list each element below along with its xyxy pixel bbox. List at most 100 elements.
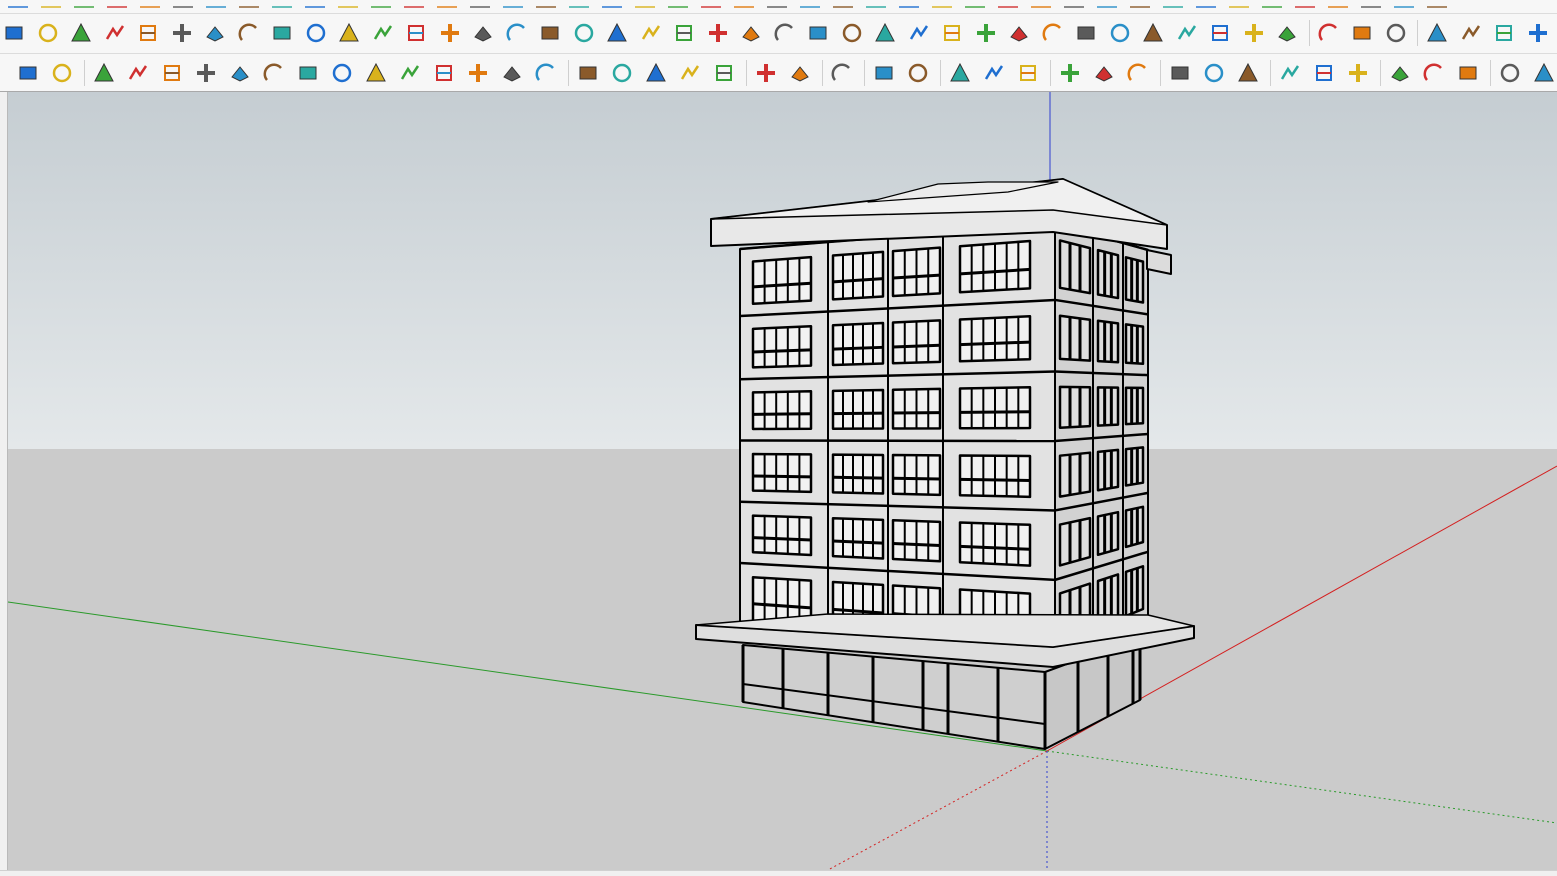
cloud-button[interactable] — [1454, 59, 1482, 87]
spiral-button[interactable] — [704, 19, 732, 47]
push-pull-blue-button[interactable] — [34, 19, 62, 47]
toolbar-top-icon[interactable] — [107, 0, 127, 8]
toolbar-top-icon[interactable] — [503, 0, 523, 8]
toolbar-top-icon[interactable] — [536, 0, 556, 8]
cone-blue-button[interactable] — [603, 19, 631, 47]
scale-down-button[interactable] — [904, 59, 932, 87]
toolbar-top-icon[interactable] — [932, 0, 952, 8]
house-blue-button[interactable] — [1457, 19, 1485, 47]
toolbar-top-icon[interactable] — [767, 0, 787, 8]
cone-yellow-button[interactable] — [637, 19, 665, 47]
layer-red-button[interactable] — [134, 19, 162, 47]
toolbar-top-icon[interactable] — [1427, 0, 1447, 8]
dash-lines-button[interactable] — [1056, 59, 1084, 87]
line-green-button[interactable] — [574, 59, 602, 87]
cross-green-button[interactable] — [503, 19, 531, 47]
arc-red-button[interactable] — [532, 59, 560, 87]
contrast-button[interactable] — [1496, 59, 1524, 87]
toolbar-top-icon[interactable] — [140, 0, 160, 8]
arc-blue-button[interactable] — [498, 59, 526, 87]
toolbar-top-icon[interactable] — [800, 0, 820, 8]
hatch-orange-button[interactable] — [1106, 19, 1134, 47]
select-arrow-button[interactable] — [828, 59, 856, 87]
toolbar-top-icon[interactable] — [1361, 0, 1381, 8]
square-button[interactable] — [328, 59, 356, 87]
wind-button[interactable] — [1490, 19, 1518, 47]
triangle-red-button[interactable] — [710, 59, 738, 87]
section-plane-button[interactable] — [168, 19, 196, 47]
toolbar-top-icon[interactable] — [470, 0, 490, 8]
toolbar-top-icon[interactable] — [272, 0, 292, 8]
flash-button[interactable] — [1524, 19, 1552, 47]
arc-yellow-button[interactable] — [670, 19, 698, 47]
toolbar-top-icon[interactable] — [1196, 0, 1216, 8]
cross-blue-button[interactable] — [536, 19, 564, 47]
sphere-red-button[interactable] — [1005, 19, 1033, 47]
spiral-blue-button[interactable] — [737, 19, 765, 47]
ellipse-red-button[interactable] — [676, 59, 704, 87]
building-model[interactable] — [695, 178, 1195, 750]
rotate-orange-button[interactable] — [201, 19, 229, 47]
curve-i-button[interactable] — [260, 59, 288, 87]
toolbar-top-icon[interactable] — [602, 0, 622, 8]
hatch-orange-3-button[interactable] — [1173, 19, 1201, 47]
terrain-button[interactable] — [752, 59, 780, 87]
tag-button[interactable] — [0, 19, 28, 47]
toolbar-top-icon[interactable] — [1097, 0, 1117, 8]
toolbar-top-icon[interactable] — [701, 0, 721, 8]
toolbar-top-icon[interactable] — [239, 0, 259, 8]
layer-green-button[interactable] — [101, 19, 129, 47]
cross-red-button[interactable] — [469, 19, 497, 47]
arc-left-button[interactable] — [396, 59, 424, 87]
scale-up-button[interactable] — [870, 59, 898, 87]
toolbar-top-icon[interactable] — [206, 0, 226, 8]
viewport-canvas[interactable] — [8, 92, 1557, 870]
toolbar-top-icon[interactable] — [1064, 0, 1084, 8]
eraser-blue-button[interactable] — [1382, 19, 1410, 47]
toolbar-top-icon[interactable] — [338, 0, 358, 8]
diagonal-red-button[interactable] — [1234, 59, 1262, 87]
toolbar-top-icon[interactable] — [965, 0, 985, 8]
toolbar-top-icon[interactable] — [74, 0, 94, 8]
rotate-grey-button[interactable] — [369, 19, 397, 47]
box-3d-button[interactable] — [335, 19, 363, 47]
hook-button[interactable] — [464, 59, 492, 87]
toolbar-top-icon[interactable] — [8, 0, 28, 8]
curve-zigzag-button[interactable] — [158, 59, 186, 87]
layer-yellow-button[interactable] — [67, 19, 95, 47]
terrain-2-button[interactable] — [786, 59, 814, 87]
roof-orange-button[interactable] — [1423, 19, 1451, 47]
solid-subtract-button[interactable] — [972, 19, 1000, 47]
magnet-button[interactable] — [14, 59, 42, 87]
curve-green-button[interactable] — [294, 59, 322, 87]
plane-button[interactable] — [1072, 19, 1100, 47]
bucket-button[interactable] — [48, 59, 76, 87]
align-plus-button[interactable] — [980, 59, 1008, 87]
toolbar-top-icon[interactable] — [437, 0, 457, 8]
toolbar-top-icon[interactable] — [305, 0, 325, 8]
dash-minus-button[interactable] — [1124, 59, 1152, 87]
group-button[interactable] — [1273, 19, 1301, 47]
diagonal-box-button[interactable] — [1166, 59, 1194, 87]
toolbar-top-icon[interactable] — [404, 0, 424, 8]
align-lines-button[interactable] — [946, 59, 974, 87]
polyhedron-button[interactable] — [90, 59, 118, 87]
table-grid-button[interactable] — [268, 19, 296, 47]
curve-red-button[interactable] — [192, 59, 220, 87]
align-minus-button[interactable] — [1014, 59, 1042, 87]
hammer-button[interactable] — [905, 19, 933, 47]
toolbar-top-icon[interactable] — [635, 0, 655, 8]
curve-green-2-button[interactable] — [430, 59, 458, 87]
hatch-orange-2-button[interactable] — [1139, 19, 1167, 47]
undo-red-button[interactable] — [838, 19, 866, 47]
toolbar-top-icon[interactable] — [1328, 0, 1348, 8]
toolbar-top-icon[interactable] — [41, 0, 61, 8]
grid-explode-button[interactable] — [1039, 19, 1067, 47]
modeling-viewport[interactable] — [8, 92, 1557, 870]
solid-union-button[interactable] — [938, 19, 966, 47]
toolbar-top-icon[interactable] — [668, 0, 688, 8]
path-red-button[interactable] — [436, 19, 464, 47]
toolbar-top-icon[interactable] — [833, 0, 853, 8]
octagon-button[interactable] — [608, 59, 636, 87]
scatter-red-button[interactable] — [1206, 19, 1234, 47]
